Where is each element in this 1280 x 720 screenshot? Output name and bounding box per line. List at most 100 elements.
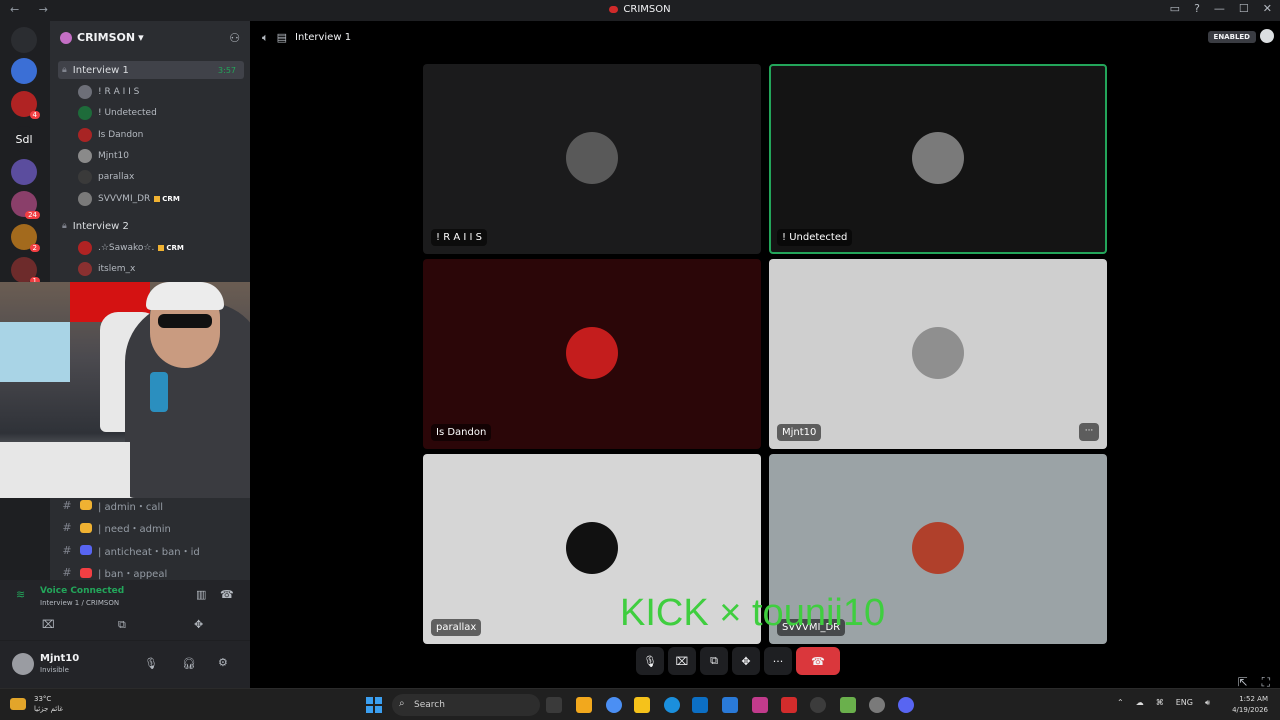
activities-button[interactable]: ✥ (732, 647, 760, 675)
camera-off-icon[interactable]: ⌧ (42, 618, 55, 631)
server-label: Sdl (15, 132, 33, 146)
file-explorer-icon[interactable] (634, 697, 650, 713)
voice-user[interactable]: SVVVMI_DR CRM (78, 190, 238, 208)
text-channel[interactable]: # | ban・appeal (58, 564, 244, 582)
server-icon-4[interactable] (11, 159, 37, 185)
avatar[interactable] (12, 653, 34, 675)
channel-emoji-icon (80, 545, 92, 555)
voice-user[interactable]: Mjnt10 (78, 147, 238, 165)
avatar (912, 327, 964, 379)
store-icon[interactable] (692, 697, 708, 713)
streamer-sunglasses (158, 314, 212, 328)
tile-more-button[interactable]: ··· (1079, 423, 1099, 441)
task-view-icon[interactable] (546, 697, 562, 713)
server-icon-7[interactable]: 1 (11, 257, 40, 285)
voice-channel-interview-1[interactable]: 🔒︎ Interview 1 3:57 (58, 61, 244, 79)
participant-tile[interactable]: ! R A I I S (423, 64, 761, 254)
voice-user-name: .☆Sawako☆. (98, 243, 155, 253)
headphones-icon[interactable]: 🎧︎ (182, 657, 196, 670)
text-channel[interactable]: # | admin・call (58, 496, 244, 514)
close-button[interactable]: ✕ (1263, 2, 1272, 15)
signal-icon[interactable]: ≋ (16, 588, 25, 601)
server-icon-2[interactable]: 4 (11, 91, 40, 119)
avatar (912, 522, 964, 574)
participant-tile[interactable]: ! Undetected (769, 64, 1107, 254)
search-input[interactable]: ⌕ Search (392, 694, 540, 716)
window-titlebar: ← → CRIMSON ▭ ? — ☐ ✕ (0, 0, 1280, 21)
voice-status-panel: ≋ Voice Connected Interview 1 / CRIMSON … (0, 580, 250, 640)
voice-user-name: parallax (98, 172, 135, 183)
screen-share-button[interactable]: ⧉ (700, 647, 728, 675)
user-panel: Mjnt10 Invisible 🎙︎ 🎧︎ ⚙ (0, 640, 250, 688)
voice-user[interactable]: parallax (78, 168, 238, 186)
volume-icon[interactable]: 🔊︎ (1205, 698, 1210, 708)
keyboard (0, 442, 130, 498)
add-member-icon[interactable]: ⚇ (229, 31, 240, 45)
gear-icon[interactable]: ⚙ (218, 656, 228, 669)
participant-tile[interactable]: Mjnt10 ··· (769, 259, 1107, 449)
cloud-icon[interactable]: ☁ (1136, 698, 1144, 708)
language-indicator[interactable]: ENG (1176, 698, 1193, 708)
voice-user[interactable]: ! Undetected (78, 104, 238, 122)
activities-icon[interactable]: ✥ (194, 618, 203, 631)
weather-widget[interactable]: 33°C غائم جزئيا (34, 694, 63, 714)
start-button[interactable] (366, 697, 382, 713)
office-icon[interactable] (781, 697, 797, 713)
camera-button[interactable]: ⌧ (668, 647, 696, 675)
hang-up-button[interactable]: ☎ (796, 647, 840, 675)
server-icon-5[interactable]: 24 (11, 191, 40, 219)
screen-share-icon[interactable]: ⧉ (118, 618, 126, 632)
account-icon[interactable] (1260, 29, 1274, 43)
voice-channel-interview-2[interactable]: 🔒︎ Interview 2 (58, 217, 244, 235)
edge-icon[interactable] (664, 697, 680, 713)
inbox-icon[interactable]: ▭ (1170, 2, 1180, 15)
mute-button[interactable]: 🎙 (636, 647, 664, 675)
voice-user[interactable]: Is Dandon (78, 126, 238, 144)
voice-user[interactable]: ! R A I I S (78, 83, 238, 101)
media-icon[interactable] (810, 697, 826, 713)
instagram-icon[interactable] (752, 697, 768, 713)
chevron-up-icon[interactable]: ⌃ (1117, 698, 1124, 708)
disconnect-icon[interactable]: ☎ (220, 588, 234, 601)
voice-user-name: ! Undetected (98, 108, 157, 119)
clock[interactable]: 1:52 AM 4/19/2026 (1232, 694, 1268, 716)
network-icon[interactable]: ⌘ (1156, 698, 1164, 708)
window-title-text: CRIMSON (623, 4, 671, 15)
minimize-button[interactable]: — (1214, 2, 1225, 15)
guild-header[interactable]: CRIMSON ▾ ⚇ (50, 21, 250, 54)
outlook-icon[interactable] (722, 697, 738, 713)
voice-user[interactable]: .☆Sawako☆. CRM (78, 239, 238, 257)
voice-user[interactable]: itslem_x (78, 260, 238, 278)
channel-name: Interview 2 (72, 220, 129, 232)
avatar (78, 262, 92, 277)
voice-location[interactable]: Interview 1 / CRIMSON (40, 599, 119, 607)
server-icon-1[interactable] (11, 58, 37, 84)
server-icon-6[interactable]: 2 (11, 224, 40, 252)
app-icon[interactable] (576, 697, 592, 713)
settings-app-icon[interactable] (869, 697, 885, 713)
maximize-button[interactable]: ☐ (1239, 2, 1249, 15)
server-icon-0[interactable] (11, 27, 37, 53)
username: Mjnt10 (40, 653, 80, 664)
more-options-button[interactable]: ··· (764, 647, 792, 675)
discord-taskbar-icon[interactable] (898, 697, 914, 713)
app-icon-green[interactable] (840, 697, 856, 713)
participant-tile[interactable]: Is Dandon (423, 259, 761, 449)
hash-icon: # (62, 566, 72, 579)
window-title: CRIMSON (0, 4, 1280, 15)
server-icon-3[interactable]: Sdl (11, 126, 37, 152)
participant-name: Is Dandon (431, 424, 492, 441)
channel-emoji-icon (80, 567, 92, 578)
weather-icon[interactable] (10, 698, 26, 710)
browser-icon[interactable] (606, 697, 622, 713)
app-logo-icon (609, 5, 619, 13)
text-chat-icon[interactable]: ▤ (277, 31, 287, 44)
text-channel[interactable]: # | anticheat・ban・id (58, 541, 244, 559)
text-channel[interactable]: # | need・admin (58, 519, 244, 537)
noise-suppression-icon[interactable]: ▥ (196, 588, 206, 601)
enabled-badge[interactable]: ENABLED (1207, 31, 1256, 43)
avatar (566, 132, 618, 184)
role-tag: CRM (154, 195, 180, 203)
microphone-icon[interactable]: 🎙︎ (144, 657, 158, 670)
help-icon[interactable]: ? (1194, 2, 1200, 15)
